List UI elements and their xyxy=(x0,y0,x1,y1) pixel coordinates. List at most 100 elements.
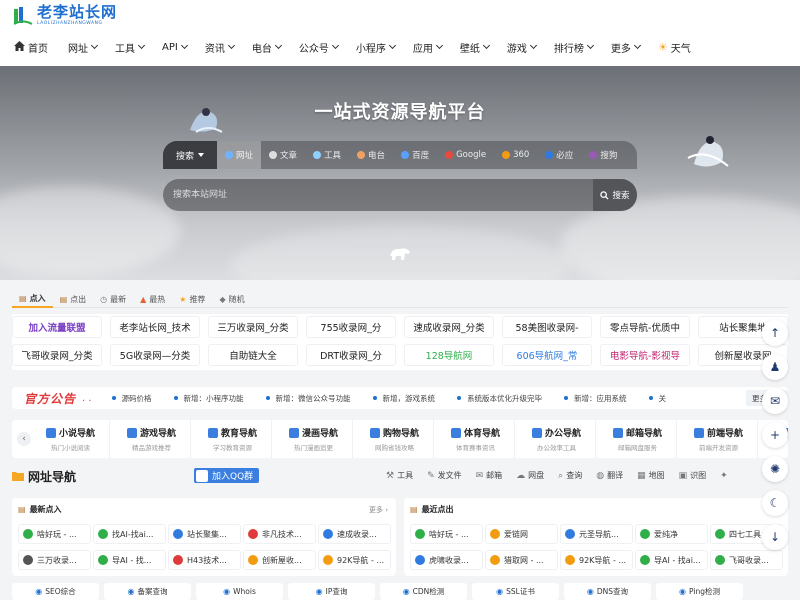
nav-item-2[interactable]: 工具 xyxy=(115,40,146,55)
wechat-button[interactable]: ✺ xyxy=(762,456,788,482)
site-logo[interactable]: 老李站长网 LAOLIZHANZHANGWANG xyxy=(12,3,117,29)
nav-item-12[interactable]: 更多 xyxy=(611,40,641,55)
quick-tab-2[interactable]: ◷ 最新 xyxy=(93,292,133,308)
nav-item-10[interactable]: 游戏 xyxy=(507,40,537,55)
search-tab-4[interactable]: 百度 xyxy=(393,141,437,169)
bottom-tool-2[interactable]: ◉ Whois xyxy=(196,583,283,600)
mail-button[interactable]: ✉ xyxy=(762,388,788,414)
quick-link[interactable]: DRT收录网_分 xyxy=(306,344,396,366)
nav-item-1[interactable]: 网址 xyxy=(68,40,99,55)
quick-link[interactable]: 三万收录网_分类 xyxy=(208,316,298,338)
nav-item-4[interactable]: 资讯 xyxy=(205,40,235,55)
quick-link[interactable]: 755收录网_分 xyxy=(306,316,396,338)
toolbar-link-6[interactable]: ▦ 地图 xyxy=(637,470,665,481)
bottom-tool-1[interactable]: ◉ 备案查询 xyxy=(104,583,191,600)
nav-item-8[interactable]: 应用 xyxy=(413,40,443,55)
category-7[interactable]: 邮箱导航 邮箱网盘服务 xyxy=(599,420,677,458)
category-1[interactable]: 游戏导航 精品游戏推荐 xyxy=(113,420,191,458)
toolbar-link-7[interactable]: ▣ 识图 xyxy=(679,470,707,481)
quick-link[interactable]: 飞哥收录网_分类 xyxy=(12,344,102,366)
category-5[interactable]: 体育导航 体育赛事资讯 xyxy=(437,420,515,458)
bottom-tool-6[interactable]: ◉ DNS查询 xyxy=(564,583,651,600)
toolbar-link-1[interactable]: ✎ 发文件 xyxy=(427,470,462,481)
panel-link[interactable]: 虎啸收录... xyxy=(410,550,483,570)
plus-button[interactable]: + xyxy=(762,422,788,448)
search-tab-1[interactable]: 文章 xyxy=(261,141,305,169)
nav-item-5[interactable]: 电台 xyxy=(252,40,282,55)
nav-item-3[interactable]: API xyxy=(162,42,188,53)
panel-link[interactable]: 啥好玩 - ... xyxy=(410,524,483,544)
panel-link[interactable]: 导AI - 找ai... xyxy=(635,550,708,570)
panel-link[interactable]: 导AI - 找... xyxy=(93,550,166,570)
quick-tab-0[interactable]: ▤ 点入 xyxy=(12,292,53,308)
quick-tab-1[interactable]: ▤ 点出 xyxy=(53,292,94,308)
panel-link[interactable]: 92K导航 - ... xyxy=(560,550,633,570)
nav-item-11[interactable]: 排行榜 xyxy=(554,40,594,55)
search-tab-2[interactable]: 工具 xyxy=(305,141,349,169)
search-type-select[interactable]: 搜索 xyxy=(163,141,217,169)
panel-link[interactable]: 速成收录... xyxy=(318,524,391,544)
panel-link[interactable]: 92K导航 - ... xyxy=(318,550,391,570)
category-0[interactable]: 小说导航 热门小说阅读 xyxy=(32,420,110,458)
search-tab-8[interactable]: 搜狗 xyxy=(581,141,625,169)
quick-link[interactable]: 128导航网 xyxy=(404,344,494,366)
panel-link[interactable]: 三万收录... xyxy=(18,550,91,570)
panel-link[interactable]: 站长聚集... xyxy=(168,524,241,544)
category-8[interactable]: 前端导航 前端开发资源 xyxy=(680,420,758,458)
search-tab-7[interactable]: 必应 xyxy=(537,141,581,169)
quick-link[interactable]: 电影导航-影视导 xyxy=(600,344,690,366)
more-link[interactable]: 更多 › xyxy=(369,505,388,515)
quick-link[interactable]: 58美图收录网- xyxy=(502,316,592,338)
toolbar-link-8[interactable]: ✦ xyxy=(720,471,731,481)
qq-button[interactable]: ♟ xyxy=(762,354,788,380)
announcement-item[interactable]: 系统版本优化升级完毕 xyxy=(457,393,542,404)
nav-item-9[interactable]: 壁纸 xyxy=(460,40,490,55)
toolbar-link-2[interactable]: ✉ 邮箱 xyxy=(476,470,503,481)
arrow-down-button[interactable]: ↓ xyxy=(762,524,788,550)
search-input[interactable] xyxy=(173,187,553,203)
announcement-item[interactable]: 关 xyxy=(649,393,667,404)
panel-link[interactable]: 找AI-找ai... xyxy=(93,524,166,544)
bottom-tool-5[interactable]: ◉ SSL证书 xyxy=(472,583,559,600)
quick-tab-3[interactable]: ▲ 最热 xyxy=(133,292,172,308)
scroll-left-button[interactable]: ‹ xyxy=(17,432,31,446)
nav-item-7[interactable]: 小程序 xyxy=(356,40,396,55)
toolbar-link-4[interactable]: ⌕ 查询 xyxy=(558,470,582,481)
category-4[interactable]: 购物导航 网购省钱攻略 xyxy=(356,420,434,458)
panel-link[interactable]: 创新屋收... xyxy=(243,550,316,570)
announcement-item[interactable]: 新增：微信公众号功能 xyxy=(266,393,351,404)
nav-item-13[interactable]: ☀ 天气 xyxy=(658,40,691,55)
announcement-item[interactable]: 新增：小程序功能 xyxy=(174,393,244,404)
panel-link[interactable]: 啥好玩 - ... xyxy=(18,524,91,544)
category-3[interactable]: 漫画导航 热门漫画追更 xyxy=(275,420,353,458)
category-2[interactable]: 教育导航 学习教育资源 xyxy=(194,420,272,458)
panel-link[interactable]: 元圣导航... xyxy=(560,524,633,544)
quick-link[interactable]: 加入流量联盟 xyxy=(12,316,102,338)
bottom-tool-4[interactable]: ◉ CDN检测 xyxy=(380,583,467,600)
panel-link[interactable]: 爱链网 xyxy=(485,524,558,544)
search-tab-3[interactable]: 电台 xyxy=(349,141,393,169)
quick-link[interactable]: 零点导航-优质中 xyxy=(600,316,690,338)
search-tab-5[interactable]: Google xyxy=(437,141,494,169)
announcement-item[interactable]: 源码价格 xyxy=(112,393,152,404)
quick-tab-4[interactable]: ★ 推荐 xyxy=(172,292,212,308)
arrow-up-button[interactable]: ↑ xyxy=(762,320,788,346)
nav-item-6[interactable]: 公众号 xyxy=(299,40,339,55)
bottom-tool-0[interactable]: ◉ SEO综合 xyxy=(12,583,99,600)
panel-link[interactable]: 猎取网 - ... xyxy=(485,550,558,570)
search-tab-0[interactable]: 网址 xyxy=(217,141,262,169)
quick-link[interactable]: 5G收录网—分类 xyxy=(110,344,200,366)
toolbar-link-5[interactable]: ◍ 翻译 xyxy=(596,470,623,481)
quick-link[interactable]: 606导航网_常 xyxy=(502,344,592,366)
quick-link[interactable]: 老李站长网_技术 xyxy=(110,316,200,338)
panel-link[interactable]: H43技术... xyxy=(168,550,241,570)
toolbar-link-0[interactable]: ⚒ 工具 xyxy=(386,470,413,481)
panel-link[interactable]: 非凡技术... xyxy=(243,524,316,544)
announcement-item[interactable]: 新增，游戏系统 xyxy=(373,393,436,404)
bottom-tool-3[interactable]: ◉ IP查询 xyxy=(288,583,375,600)
quick-tab-5[interactable]: ◆ 随机 xyxy=(212,292,251,308)
search-tab-6[interactable]: 360 xyxy=(494,141,537,169)
panel-link[interactable]: 爱纯净 xyxy=(635,524,708,544)
bottom-tool-7[interactable]: ◉ Ping检测 xyxy=(656,583,743,600)
toolbar-link-3[interactable]: ☁ 网盘 xyxy=(516,470,544,481)
